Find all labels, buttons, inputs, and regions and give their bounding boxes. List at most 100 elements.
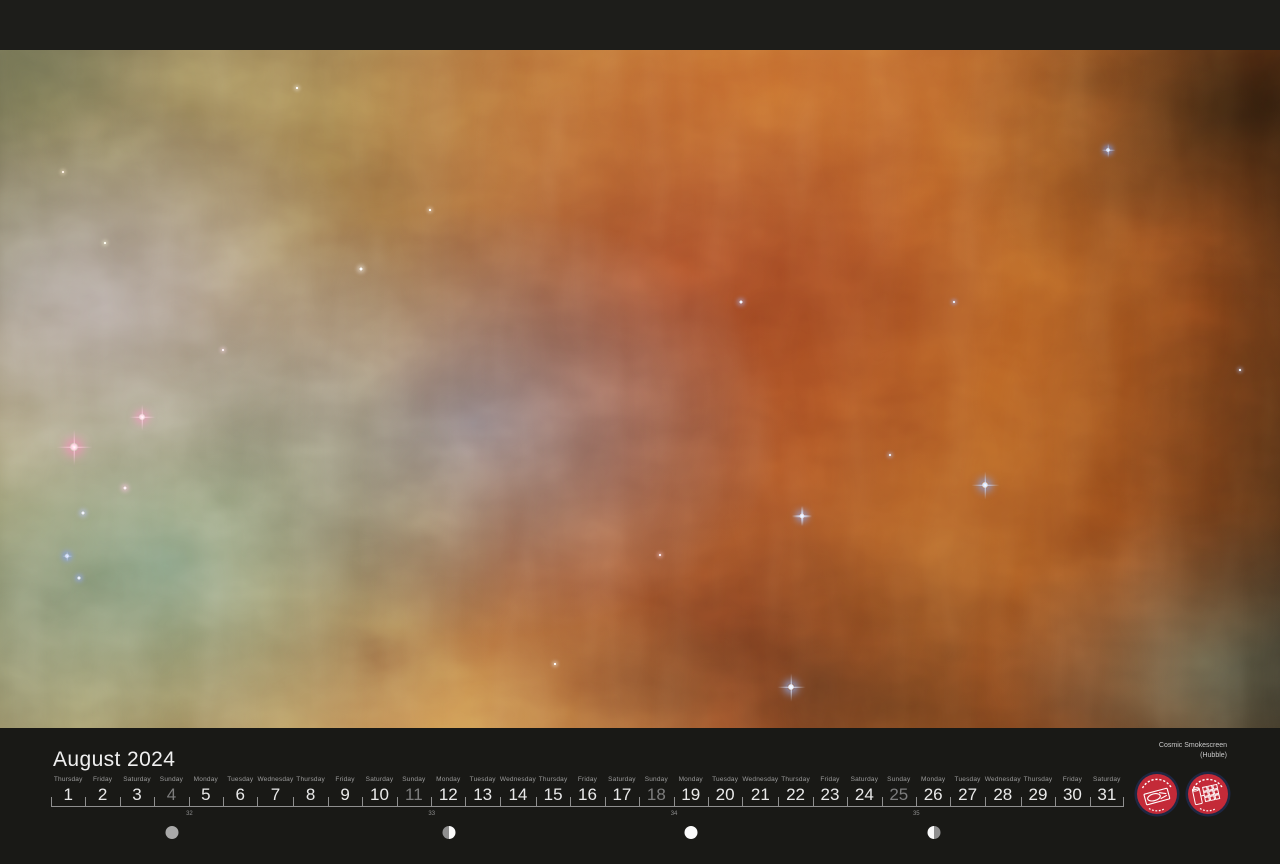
day-cell-4: Sunday4 bbox=[154, 776, 188, 806]
calendar-footer: August 2024 Cosmic Smokescreen (Hubble) … bbox=[0, 728, 1280, 864]
moon-phase-full-icon bbox=[685, 826, 698, 839]
weekday-label: Thursday bbox=[536, 776, 570, 783]
weekday-label: Saturday bbox=[120, 776, 154, 783]
day-number: 28 bbox=[985, 785, 1021, 804]
day-number: 7 bbox=[257, 785, 293, 804]
weekday-label: Saturday bbox=[1090, 776, 1124, 783]
day-number: 15 bbox=[536, 785, 570, 804]
spacecraft-stamp-icon bbox=[1185, 771, 1231, 817]
day-number: 5 bbox=[189, 785, 223, 804]
day-number: 8 bbox=[293, 785, 327, 804]
day-cell-21: Wednesday 21 bbox=[742, 776, 778, 806]
day-cell-22: Thursday22 bbox=[778, 776, 812, 806]
weekday-label: Monday bbox=[916, 776, 950, 783]
month-title: August 2024 bbox=[53, 748, 175, 772]
star bbox=[70, 443, 79, 452]
day-number: 16 bbox=[570, 785, 604, 804]
star bbox=[123, 486, 127, 490]
weekday-label: Monday bbox=[674, 776, 708, 783]
day-number: 10 bbox=[362, 785, 396, 804]
day-cell-11: Sunday11 bbox=[397, 776, 431, 806]
day-cell-10: Saturday 10 bbox=[362, 776, 396, 806]
weekday-label: Friday bbox=[328, 776, 362, 783]
day-number: 23 bbox=[813, 785, 847, 804]
weekday-label: Tuesday bbox=[223, 776, 257, 783]
weekday-label: Sunday bbox=[639, 776, 673, 783]
day-number: 27 bbox=[950, 785, 984, 804]
star bbox=[62, 171, 65, 174]
star bbox=[659, 554, 662, 557]
weekday-label: Tuesday bbox=[465, 776, 499, 783]
weekday-label: Saturday bbox=[362, 776, 396, 783]
weekday-label: Friday bbox=[85, 776, 119, 783]
weekday-label: Wednesday bbox=[742, 776, 778, 783]
calendar-strip: Thursday1Friday2Saturday3Sunday4Monday5T… bbox=[51, 776, 1124, 849]
star bbox=[1239, 369, 1242, 372]
photo-caption-line1: Cosmic Smokescreen bbox=[1159, 741, 1227, 751]
day-number: 22 bbox=[778, 785, 812, 804]
day-cell-26: Monday 26 bbox=[916, 776, 950, 806]
star bbox=[359, 267, 363, 271]
day-number: 13 bbox=[465, 785, 499, 804]
photo-caption: Cosmic Smokescreen (Hubble) bbox=[1159, 741, 1227, 761]
weekday-label: Friday bbox=[813, 776, 847, 783]
day-number: 21 bbox=[742, 785, 778, 804]
day-cell-3: Saturday 3 bbox=[120, 776, 154, 806]
day-cell-20: Tuesday20 bbox=[708, 776, 742, 806]
day-cell-17: Saturday17 bbox=[605, 776, 639, 806]
day-number: 31 bbox=[1090, 785, 1124, 804]
day-number: 25 bbox=[882, 785, 916, 804]
weekday-label: Tuesday bbox=[708, 776, 742, 783]
weekday-label: Friday bbox=[570, 776, 604, 783]
calendar-page: August 2024 Cosmic Smokescreen (Hubble) … bbox=[0, 0, 1280, 864]
day-cell-31: Saturday 31 bbox=[1090, 776, 1124, 806]
star bbox=[788, 684, 795, 691]
star bbox=[889, 454, 892, 457]
day-cell-19: Monday 19 bbox=[674, 776, 708, 806]
day-number: 29 bbox=[1021, 785, 1055, 804]
day-cell-9: Friday 9 bbox=[328, 776, 362, 806]
day-cell-1: Thursday1 bbox=[51, 776, 85, 806]
day-cell-23: Friday 23 bbox=[813, 776, 847, 806]
day-cell-2: Friday2 bbox=[85, 776, 119, 806]
weekday-label: Monday bbox=[431, 776, 465, 783]
day-cell-25: Sunday 25 bbox=[882, 776, 916, 806]
weekday-label: Thursday bbox=[293, 776, 327, 783]
star bbox=[554, 663, 557, 666]
day-number: 18 bbox=[639, 785, 673, 804]
weekday-label: Saturday bbox=[847, 776, 881, 783]
weekday-label: Sunday bbox=[882, 776, 916, 783]
week-number: 33 bbox=[428, 811, 435, 817]
weekday-label: Wednesday bbox=[257, 776, 293, 783]
day-cell-6: Tuesday 6 bbox=[223, 776, 257, 806]
moon-phase-first-quarter-icon bbox=[443, 826, 456, 839]
weekday-label: Saturday bbox=[605, 776, 639, 783]
moon-phase-new-icon bbox=[166, 826, 179, 839]
day-number: 19 bbox=[674, 785, 708, 804]
weekday-label: Wednesday bbox=[500, 776, 536, 783]
day-cell-8: Thursday 8 bbox=[293, 776, 327, 806]
day-number: 9 bbox=[328, 785, 362, 804]
day-cell-27: Tuesday 27 bbox=[950, 776, 984, 806]
star bbox=[77, 576, 81, 580]
top-black-bar bbox=[0, 0, 1280, 50]
star bbox=[953, 301, 956, 304]
day-cell-29: Thursday29 bbox=[1021, 776, 1055, 806]
day-cell-15: Thursday 15 bbox=[536, 776, 570, 806]
day-cell-12: Monday12 bbox=[431, 776, 465, 806]
day-number: 3 bbox=[120, 785, 154, 804]
day-number: 24 bbox=[847, 785, 881, 804]
nebula-photo bbox=[0, 50, 1280, 728]
weekday-label: Tuesday bbox=[950, 776, 984, 783]
day-number: 6 bbox=[223, 785, 257, 804]
day-cell-16: Friday 16 bbox=[570, 776, 604, 806]
day-cell-5: Monday5 bbox=[189, 776, 223, 806]
star bbox=[1106, 148, 1111, 153]
weekday-label: Sunday bbox=[397, 776, 431, 783]
day-cell-28: Wednesday28 bbox=[985, 776, 1021, 806]
day-cell-13: Tuesday 13 bbox=[465, 776, 499, 806]
day-number: 4 bbox=[154, 785, 188, 804]
star bbox=[296, 87, 299, 90]
day-number: 26 bbox=[916, 785, 950, 804]
weekday-label: Thursday bbox=[51, 776, 85, 783]
